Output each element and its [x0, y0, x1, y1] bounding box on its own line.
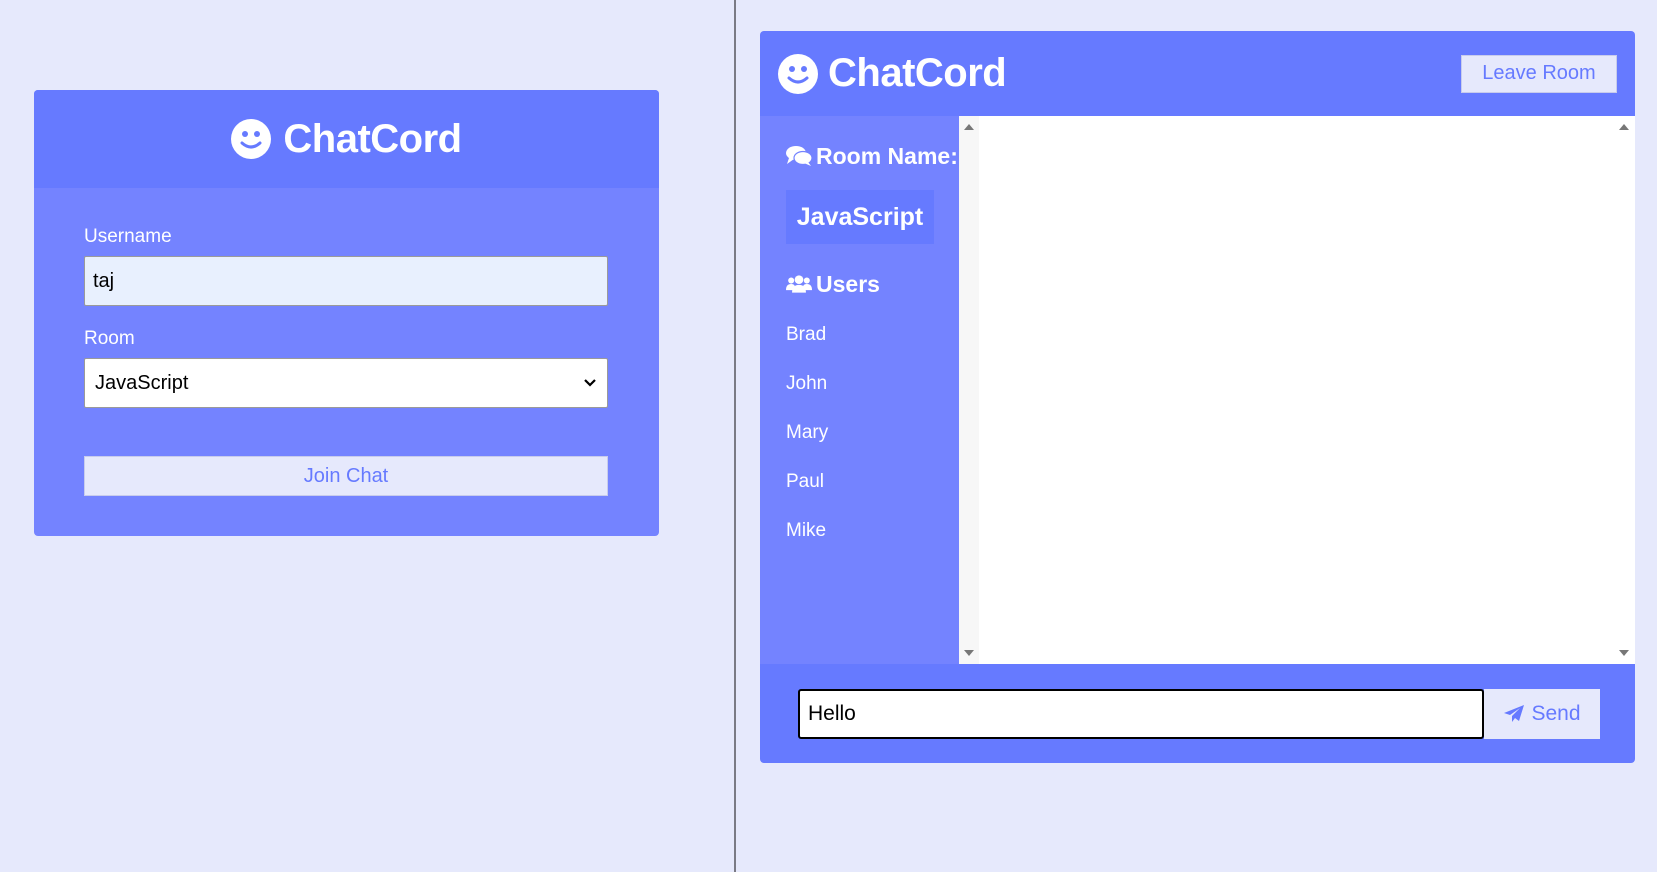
chat-brand: ChatCord [778, 51, 1007, 96]
room-name-heading: Room Name: [786, 142, 959, 170]
comments-icon [786, 146, 812, 166]
smile-icon [778, 53, 818, 94]
user-list-item: Paul [786, 471, 825, 492]
users-heading-text: Users [816, 271, 880, 297]
scroll-down-arrow[interactable] [964, 650, 974, 656]
smile-icon [231, 119, 272, 159]
scroll-up-arrow[interactable] [964, 124, 974, 130]
send-button[interactable]: Send [1484, 688, 1600, 739]
brand-title: ChatCord [283, 116, 462, 161]
chat-header: ChatCord Leave Room [760, 31, 1635, 116]
paper-plane-icon [1504, 704, 1525, 722]
room-label: Room [84, 328, 135, 349]
users-icon [786, 275, 812, 293]
user-list-item: John [786, 373, 828, 394]
room-name: JavaScript [786, 190, 934, 244]
room-name-heading-text: Room Name: [816, 143, 958, 169]
scroll-up-arrow[interactable] [1619, 124, 1629, 130]
user-list: Brad John Mary Paul Mike [786, 324, 959, 569]
user-list-item: Brad [786, 324, 827, 345]
message-input[interactable]: Hello [798, 688, 1484, 739]
chat-messages[interactable] [959, 116, 1635, 664]
username-input[interactable]: taj [84, 256, 608, 306]
join-card: ChatCord Username taj Room JavaScript Jo… [34, 90, 659, 536]
users-heading: Users [786, 270, 959, 298]
chevron-down-icon [584, 379, 596, 387]
username-label: Username [84, 226, 172, 247]
window-divider [734, 0, 736, 872]
user-list-item: Mike [786, 520, 827, 541]
join-chat-button[interactable]: Join Chat [84, 456, 608, 496]
scroll-down-arrow[interactable] [1619, 650, 1629, 656]
leave-room-button[interactable]: Leave Room [1461, 54, 1617, 93]
room-select-value: JavaScript [95, 371, 189, 394]
join-form: Username taj Room JavaScript Join Chat [34, 188, 659, 496]
user-list-item: Mary [786, 422, 829, 443]
join-header: ChatCord [34, 90, 659, 188]
chat-form: Hello Send [760, 664, 1635, 763]
send-button-label: Send [1531, 701, 1581, 725]
chat-main: Room Name: JavaScript Users Brad John Ma… [760, 116, 1635, 664]
chat-container: ChatCord Leave Room Room Name: JavaScrip… [760, 31, 1635, 763]
chat-sidebar: Room Name: JavaScript Users Brad John Ma… [760, 116, 959, 664]
brand-title: ChatCord [828, 51, 1007, 95]
room-select[interactable]: JavaScript [84, 358, 608, 408]
